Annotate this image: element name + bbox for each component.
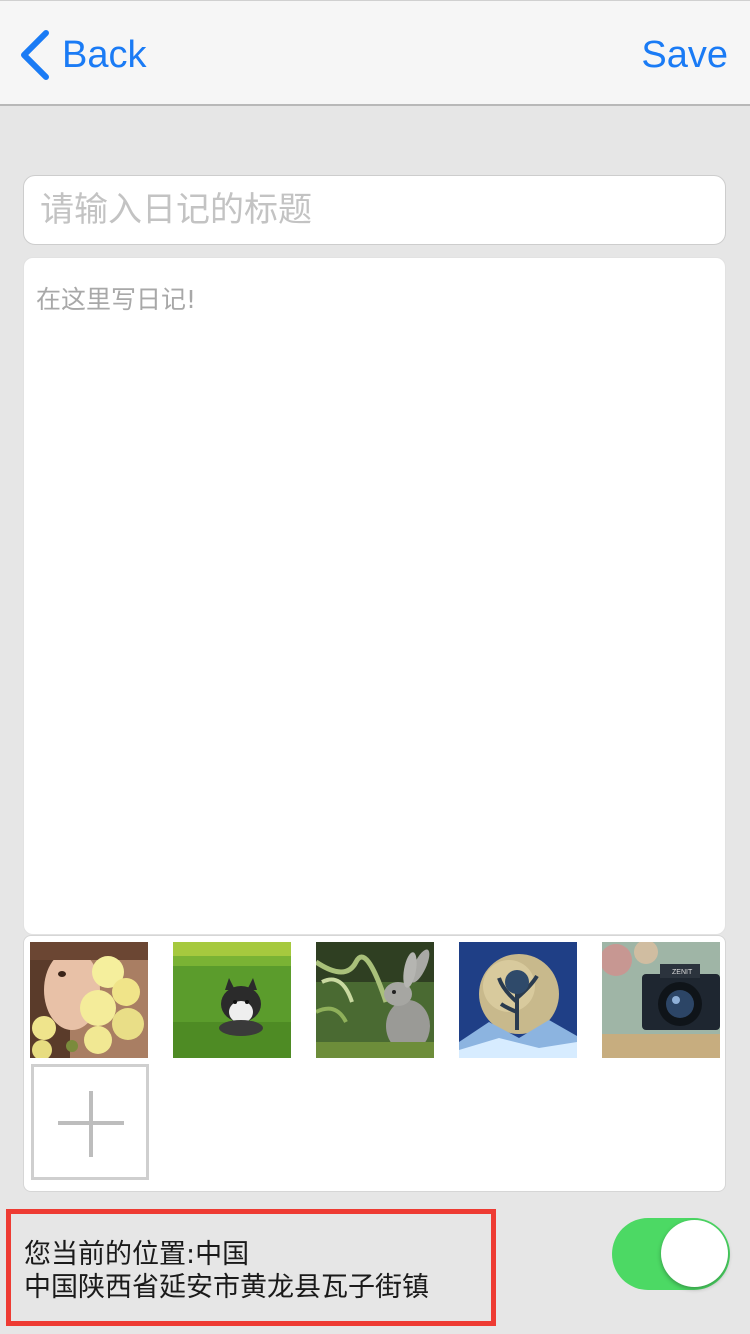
add-photo-button[interactable]: [31, 1064, 149, 1180]
photo-thumbnail[interactable]: [173, 942, 291, 1058]
save-button[interactable]: Save: [641, 29, 728, 81]
chevron-left-icon: [21, 30, 49, 80]
photo-thumbnail[interactable]: [316, 942, 434, 1058]
photo-panel: ZENIT: [23, 935, 726, 1192]
diary-title-input[interactable]: [23, 175, 726, 245]
photo-husky-grass-icon: [173, 942, 291, 1058]
diary-body-textarea[interactable]: [23, 257, 726, 935]
toggle-knob: [661, 1220, 728, 1287]
plus-icon-vertical: [89, 1091, 93, 1157]
location-info: 您当前的位置:中国 中国陕西省延安市黄龙县瓦子街镇: [6, 1209, 496, 1326]
back-label: Back: [62, 33, 147, 76]
photo-thumbnail[interactable]: [30, 942, 148, 1058]
photo-thumbnail[interactable]: [459, 942, 577, 1058]
navigation-bar: Back Save: [0, 0, 750, 106]
photo-thumbnail[interactable]: ZENIT: [602, 942, 720, 1058]
location-current-label: 您当前的位置:中国: [24, 1239, 250, 1270]
photo-girl-flowers-icon: [30, 942, 148, 1058]
photo-rabbit-icon: [316, 942, 434, 1058]
back-button[interactable]: Back: [16, 27, 146, 83]
photo-moon-tree-icon: [459, 942, 577, 1058]
photo-camera-zenit-icon: ZENIT: [602, 942, 720, 1058]
location-address: 中国陕西省延安市黄龙县瓦子街镇: [24, 1272, 429, 1303]
location-toggle[interactable]: [612, 1218, 730, 1290]
svg-text:ZENIT: ZENIT: [672, 969, 693, 976]
